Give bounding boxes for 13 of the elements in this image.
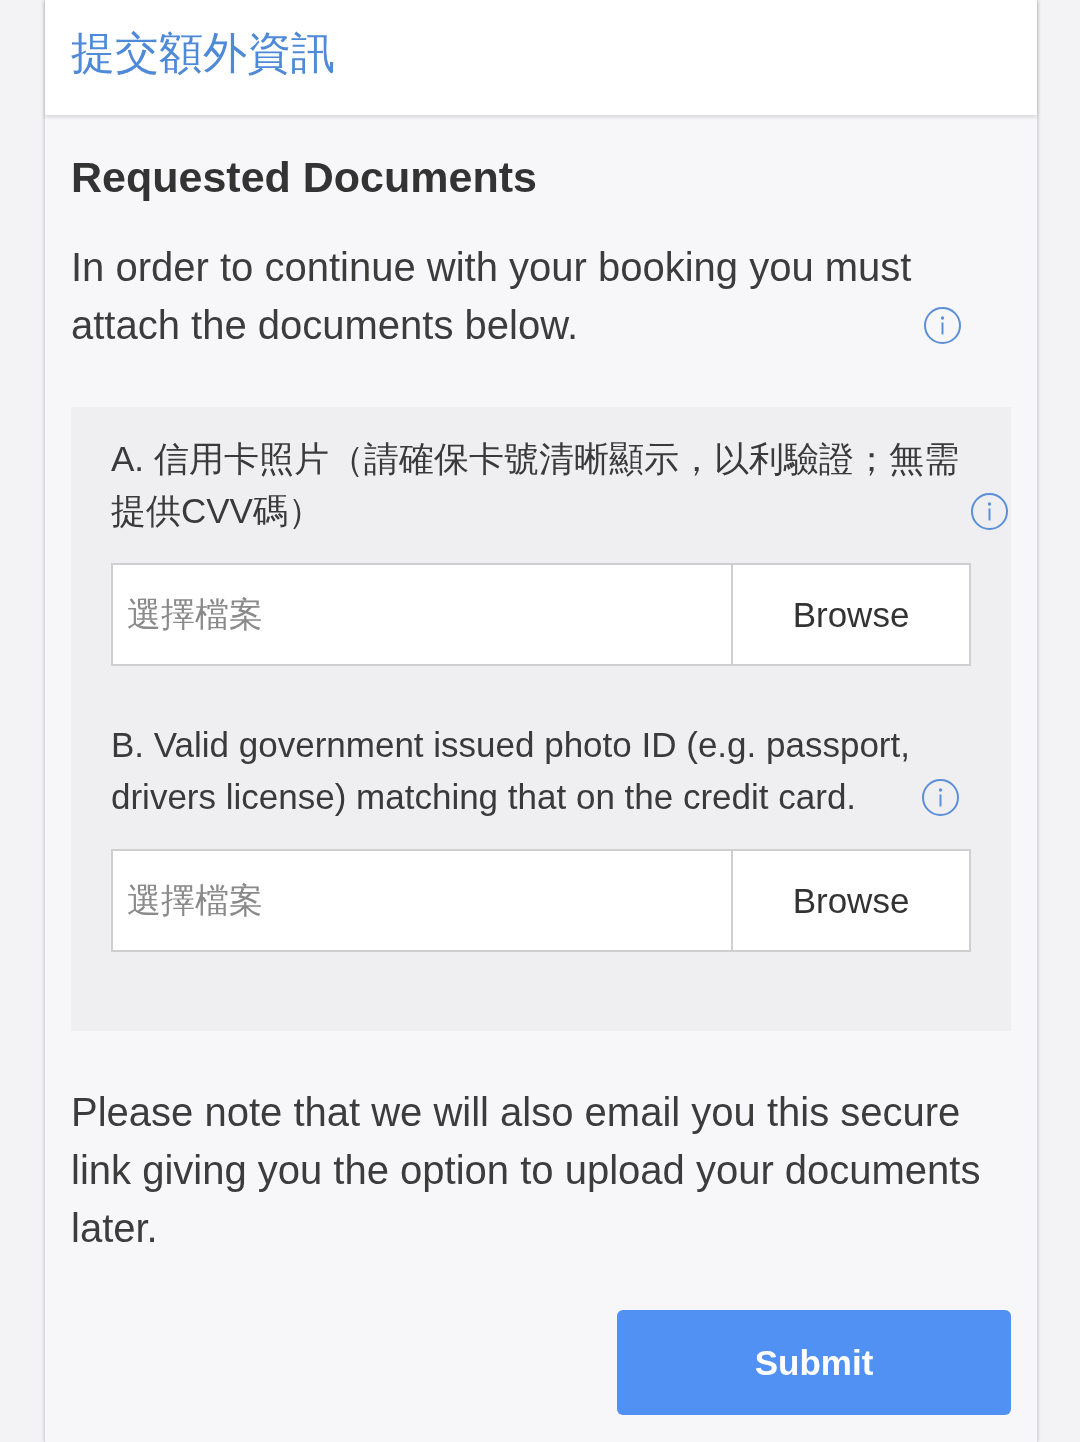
file-field[interactable]: 選擇檔案 [111,563,732,666]
file-field[interactable]: 選擇檔案 [111,849,732,952]
note-text: Please note that we will also email you this secure link giving you the option to upload your documents later. [71,1089,982,1252]
info-icon[interactable] [922,778,959,816]
document-label: A. 信用卡照片（請確保卡號清晰顯示，以利驗證；無需提供CVV碼） [111,438,960,532]
browse-button[interactable]: Browse [732,849,971,952]
info-icon[interactable] [924,306,961,344]
intro-text: In order to continue with your booking you must attach the documents below. [71,244,913,349]
document-label: B. Valid government issued photo ID (e.g. passport, drivers license) matching that on the credit card. [111,724,911,818]
section-heading: Requested Documents [71,152,538,203]
browse-button[interactable]: Browse [732,563,971,666]
info-icon[interactable] [971,492,1008,530]
page-title: 提交額外資訊 [71,26,335,79]
